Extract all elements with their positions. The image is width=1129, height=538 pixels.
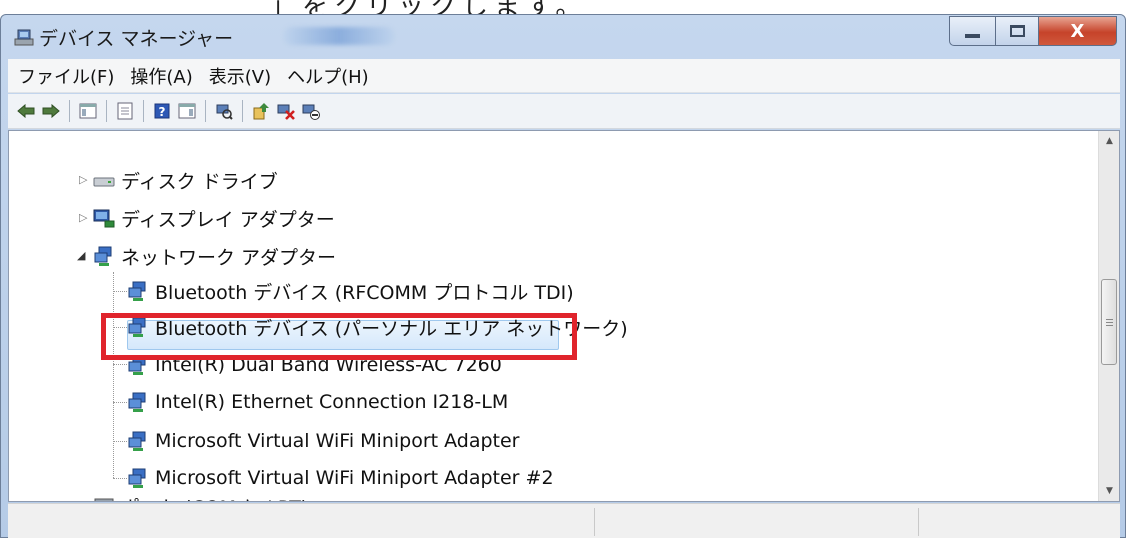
tree-item-intel-ethernet[interactable]: Intel(R) Ethernet Connection I218-LM	[127, 385, 508, 419]
network-adapter-icon	[128, 281, 146, 301]
update-driver-icon[interactable]	[251, 101, 271, 121]
window-title: デバイス マネージャー	[39, 28, 234, 50]
toolbar-separator	[242, 100, 243, 122]
tree-connector	[113, 402, 127, 403]
svg-text:?: ?	[159, 105, 166, 119]
status-divider	[918, 508, 919, 536]
close-icon: X	[1070, 20, 1085, 42]
tree-item-bluetooth-rfcomm[interactable]: Bluetooth デバイス (RFCOMM プロトコル TDI)	[127, 274, 574, 308]
network-adapter-icon	[128, 468, 146, 488]
tree-item-virtual-wifi[interactable]: Microsoft Virtual WiFi Miniport Adapter	[127, 424, 520, 458]
scroll-thumb[interactable]	[1101, 279, 1117, 365]
maximize-icon	[1009, 25, 1025, 37]
disk-drive-icon	[93, 177, 115, 187]
tree-item-display-adapters[interactable]: ディスプレイ アダプター	[93, 201, 335, 235]
menu-bar: ファイル(F) 操作(A) 表示(V) ヘルプ(H)	[8, 59, 1120, 93]
toolbar-separator	[106, 100, 107, 122]
scroll-up-icon[interactable]: ▲	[1099, 131, 1119, 151]
device-tree: ▷ ディスク ドライブ ▷ ディスプレイ アダプター ◢ ネットワーク アダプタ…	[9, 131, 1098, 501]
menu-action[interactable]: 操作(A)	[130, 63, 192, 89]
status-divider	[594, 508, 595, 536]
expand-arrow-icon[interactable]: ▷	[79, 211, 87, 224]
tree-item-label: Bluetooth デバイス (RFCOMM プロトコル TDI)	[155, 281, 574, 304]
menu-help[interactable]: ヘルプ(H)	[287, 63, 369, 89]
annotation-highlight-box	[101, 313, 577, 360]
network-adapter-icon	[128, 431, 146, 451]
clipped-document-text: 」をクリックします。	[0, 0, 1129, 14]
close-button[interactable]: X	[1039, 16, 1117, 46]
tree-item-network-adapters[interactable]: ネットワーク アダプター	[93, 239, 336, 273]
tree-connector	[113, 272, 114, 478]
tree-item-label: Microsoft Virtual WiFi Miniport Adapter	[155, 430, 520, 452]
expand-arrow-icon[interactable]: ▷	[79, 173, 87, 186]
show-hide-action-pane-icon[interactable]	[177, 101, 197, 121]
display-adapter-icon	[93, 209, 115, 228]
tree-item-label: ディスク ドライブ	[121, 170, 278, 193]
tree-item-partial[interactable]: ポート (COM と LPT)	[93, 489, 308, 502]
minimize-button[interactable]	[949, 16, 995, 46]
tree-connector	[113, 291, 127, 292]
vertical-scrollbar[interactable]: ▲ ▼	[1098, 131, 1119, 501]
network-adapter-icon	[94, 246, 112, 266]
tree-item-label: ネットワーク アダプター	[121, 246, 337, 269]
status-bar	[8, 503, 1120, 538]
tree-connector	[113, 441, 127, 442]
tree-item-label: ディスプレイ アダプター	[121, 208, 335, 231]
toolbar-separator	[143, 100, 144, 122]
show-hide-console-tree-icon[interactable]	[78, 101, 98, 121]
disable-device-icon[interactable]	[301, 101, 321, 121]
uninstall-icon[interactable]	[276, 101, 296, 121]
device-manager-icon	[14, 29, 34, 46]
menu-file[interactable]: ファイル(F)	[18, 63, 114, 89]
tree-connector	[113, 478, 127, 479]
tree-connector	[113, 364, 127, 365]
collapse-arrow-icon[interactable]: ◢	[77, 249, 85, 262]
blurred-title-region	[283, 27, 395, 45]
properties-icon[interactable]	[115, 101, 135, 121]
network-adapter-icon	[128, 392, 146, 412]
tree-item-label: Microsoft Virtual WiFi Miniport Adapter …	[155, 467, 554, 489]
scroll-down-icon[interactable]: ▼	[1099, 481, 1119, 501]
toolbar: ?	[8, 94, 1120, 129]
scan-hardware-changes-icon[interactable]	[214, 101, 234, 121]
tree-item-label: ポート (COM と LPT)	[121, 493, 308, 502]
tree-item-disk-drives[interactable]: ディスク ドライブ	[93, 163, 278, 197]
port-icon	[94, 498, 114, 501]
back-icon[interactable]	[16, 101, 36, 121]
toolbar-separator	[205, 100, 206, 122]
caption-buttons: X	[949, 16, 1117, 46]
minimize-icon	[965, 34, 980, 38]
toolbar-separator	[69, 100, 70, 122]
forward-icon[interactable]	[41, 101, 61, 121]
maximize-button[interactable]	[995, 16, 1039, 46]
menu-view[interactable]: 表示(V)	[209, 63, 271, 89]
device-manager-window: デバイス マネージャー X ファイル(F) 操作(A) 表示(V) ヘルプ(H)	[0, 14, 1126, 538]
device-tree-pane: ▷ ディスク ドライブ ▷ ディスプレイ アダプター ◢ ネットワーク アダプタ…	[8, 130, 1120, 502]
tree-item-label: Intel(R) Ethernet Connection I218-LM	[155, 391, 509, 413]
grip-icon	[1105, 318, 1113, 326]
help-icon[interactable]: ?	[152, 101, 172, 121]
title-bar[interactable]: デバイス マネージャー X	[1, 15, 1125, 59]
